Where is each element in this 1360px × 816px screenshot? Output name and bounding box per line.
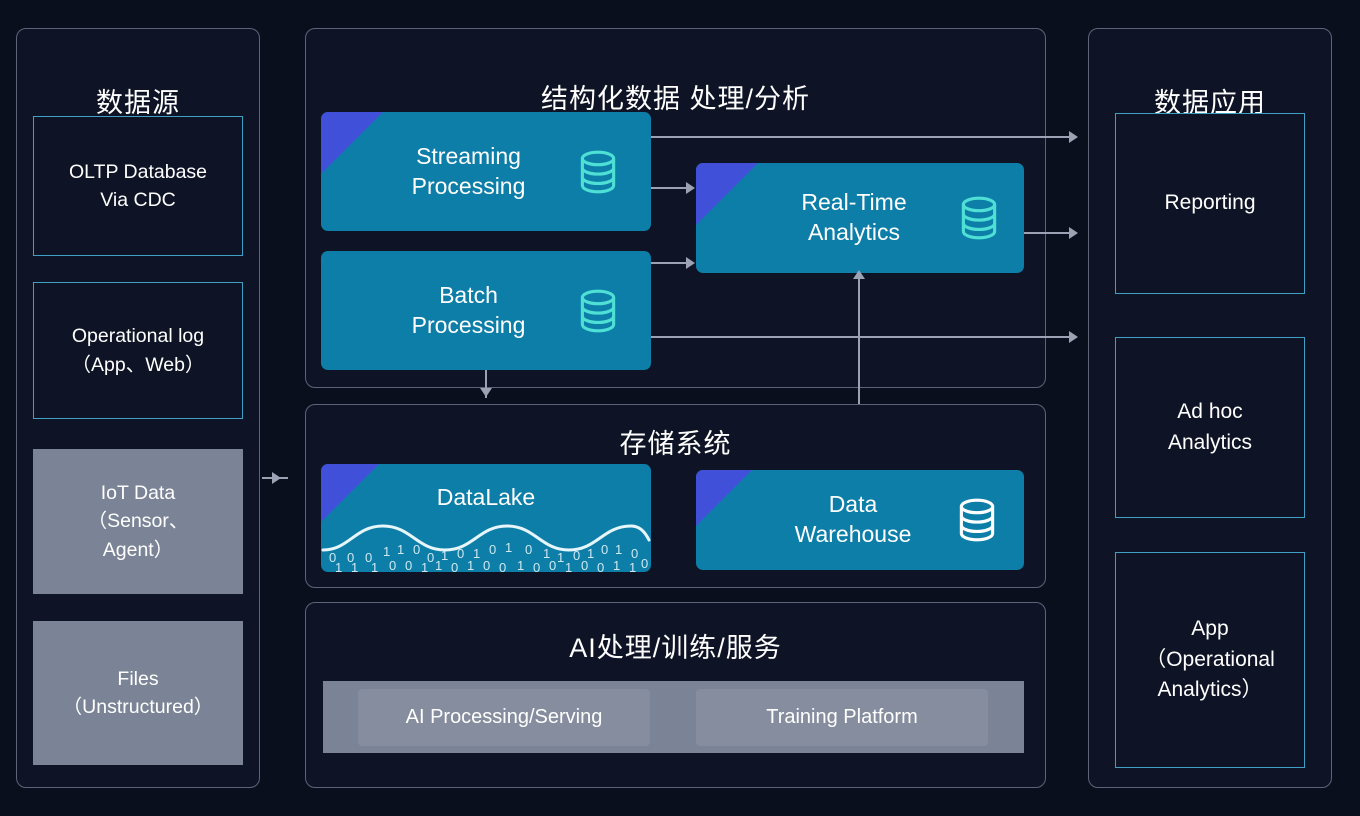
svg-text:0: 0 (601, 542, 608, 557)
svg-text:1: 1 (473, 546, 480, 561)
svg-text:0: 0 (573, 548, 580, 563)
card-batch-processing[interactable]: Batch Processing (321, 251, 651, 370)
ai-chip-processing-serving[interactable]: AI Processing/Serving (358, 689, 650, 746)
database-icon (573, 286, 623, 341)
svg-text:1: 1 (613, 558, 620, 572)
svg-text:1: 1 (629, 560, 636, 572)
svg-text:0: 0 (329, 550, 336, 565)
card-corner-accent (696, 470, 752, 526)
card-real-time-analytics-label: Real-Time Analytics (801, 189, 907, 245)
ai-chip-training-platform[interactable]: Training Platform (696, 689, 988, 746)
card-data-warehouse-label: Data Warehouse (794, 491, 912, 547)
svg-text:0: 0 (427, 550, 434, 565)
svg-text:1: 1 (371, 560, 378, 572)
svg-text:1: 1 (505, 540, 512, 555)
svg-text:1: 1 (517, 558, 524, 572)
card-streaming-processing-label: Streaming Processing (411, 142, 526, 199)
database-icon (573, 147, 623, 202)
source-item-files[interactable]: Files （Unstructured） (33, 621, 243, 765)
svg-text:1: 1 (383, 544, 390, 559)
svg-text:0: 0 (597, 560, 604, 572)
arrow-sources-to-processing (272, 471, 281, 484)
card-real-time-analytics[interactable]: Real-Time Analytics (696, 163, 1024, 273)
arrow-batch-to-storage (479, 388, 492, 397)
database-icon (952, 495, 1002, 550)
svg-text:0: 0 (451, 560, 458, 572)
storage-panel-title: 存储系统 (619, 429, 732, 459)
sources-panel-title: 数据源 (96, 88, 180, 118)
svg-text:0: 0 (389, 558, 396, 572)
svg-text:1: 1 (467, 558, 474, 572)
processing-panel-title: 结构化数据 处理/分析 (540, 84, 810, 114)
source-item-oltp-database[interactable]: OLTP Database Via CDC (33, 116, 243, 256)
source-item-iot-data[interactable]: IoT Data （Sensor、 Agent） (33, 449, 243, 594)
card-batch-processing-label: Batch Processing (411, 281, 526, 338)
svg-text:0: 0 (483, 558, 490, 572)
svg-text:0: 0 (631, 546, 638, 561)
architecture-diagram: 数据源 OLTP Database Via CDC Operational lo… (0, 0, 1360, 816)
svg-text:0: 0 (525, 542, 532, 557)
database-icon (954, 193, 1004, 248)
svg-text:0: 0 (641, 556, 648, 571)
source-item-operational-log[interactable]: Operational log （App、Web） (33, 282, 243, 419)
svg-text:1: 1 (421, 560, 428, 572)
card-corner-accent (321, 464, 379, 522)
card-data-warehouse[interactable]: Data Warehouse (696, 470, 1024, 570)
app-item-ad-hoc-analytics[interactable]: Ad hoc Analytics (1115, 337, 1305, 518)
svg-text:0: 0 (499, 560, 506, 572)
svg-text:1: 1 (543, 546, 550, 561)
svg-text:0: 0 (533, 560, 540, 572)
svg-text:0: 0 (457, 546, 464, 561)
app-item-app-operational-analytics[interactable]: App （Operational Analytics） (1115, 552, 1305, 768)
arrow-streaming-to-reporting (1069, 130, 1078, 143)
card-corner-accent (696, 163, 758, 225)
svg-text:1: 1 (557, 550, 564, 565)
svg-text:0: 0 (405, 558, 412, 572)
svg-text:0: 0 (413, 542, 420, 557)
svg-text:0: 0 (489, 542, 496, 557)
svg-text:0: 0 (549, 558, 556, 572)
app-item-reporting[interactable]: Reporting (1115, 113, 1305, 294)
svg-text:1: 1 (441, 548, 448, 563)
svg-text:1: 1 (565, 560, 572, 572)
svg-text:0: 0 (365, 550, 372, 565)
svg-text:1: 1 (397, 542, 404, 557)
ai-panel-title: AI处理/训练/服务 (569, 633, 782, 663)
card-corner-accent (321, 112, 383, 174)
card-datalake[interactable]: DataLake 000 110 010 101 011 010 10 111 … (321, 464, 651, 572)
svg-text:1: 1 (435, 558, 442, 572)
card-streaming-processing[interactable]: Streaming Processing (321, 112, 651, 231)
svg-text:1: 1 (351, 560, 358, 572)
svg-text:1: 1 (335, 560, 342, 572)
arrow-batch-to-app (1069, 330, 1078, 343)
svg-text:1: 1 (615, 542, 622, 557)
arrow-realtime-to-adhoc (1069, 226, 1078, 239)
connector-sources-to-processing (262, 477, 288, 479)
svg-text:0: 0 (347, 550, 354, 565)
svg-text:1: 1 (587, 546, 594, 561)
svg-text:0: 0 (581, 558, 588, 572)
